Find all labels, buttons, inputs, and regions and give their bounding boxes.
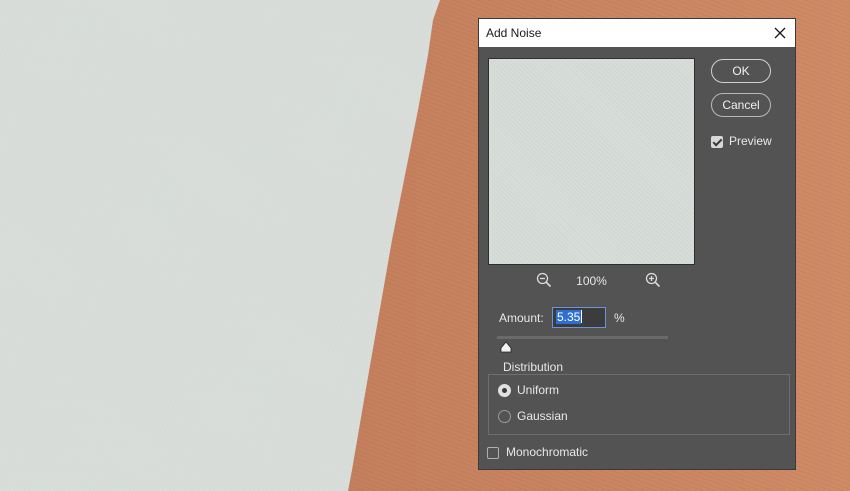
amount-value: 5.35 bbox=[556, 310, 582, 324]
slider-thumb-icon bbox=[500, 341, 512, 353]
uniform-radio[interactable] bbox=[498, 384, 511, 397]
monochromatic-checkbox[interactable] bbox=[487, 447, 499, 459]
amount-input[interactable]: 5.35 bbox=[552, 307, 606, 328]
preview-checkbox[interactable] bbox=[711, 136, 723, 148]
zoom-in-button[interactable] bbox=[645, 272, 661, 291]
gaussian-label[interactable]: Gaussian bbox=[517, 409, 568, 423]
uniform-label[interactable]: Uniform bbox=[517, 383, 559, 397]
add-noise-dialog: Add Noise 100% OK Cancel Preview Amount:… bbox=[478, 18, 796, 470]
cancel-button[interactable]: Cancel bbox=[711, 93, 771, 117]
zoom-in-icon bbox=[645, 272, 661, 288]
dialog-title: Add Noise bbox=[486, 26, 542, 40]
amount-slider-thumb[interactable] bbox=[500, 341, 512, 353]
ok-button[interactable]: OK bbox=[711, 59, 771, 83]
monochromatic-label[interactable]: Monochromatic bbox=[506, 445, 588, 459]
amount-unit: % bbox=[614, 311, 625, 325]
text-caret bbox=[581, 310, 583, 323]
amount-label: Amount: bbox=[499, 311, 544, 325]
zoom-level: 100% bbox=[576, 274, 607, 288]
preview-thumbnail[interactable] bbox=[488, 58, 695, 265]
zoom-controls: 100% bbox=[488, 271, 695, 291]
preview-label[interactable]: Preview bbox=[729, 134, 772, 148]
distribution-legend: Distribution bbox=[499, 360, 568, 374]
amount-slider-track[interactable] bbox=[497, 336, 668, 339]
close-button[interactable] bbox=[769, 22, 791, 44]
close-icon bbox=[774, 27, 786, 39]
dialog-titlebar[interactable]: Add Noise bbox=[479, 19, 795, 47]
gaussian-radio[interactable] bbox=[498, 410, 511, 423]
